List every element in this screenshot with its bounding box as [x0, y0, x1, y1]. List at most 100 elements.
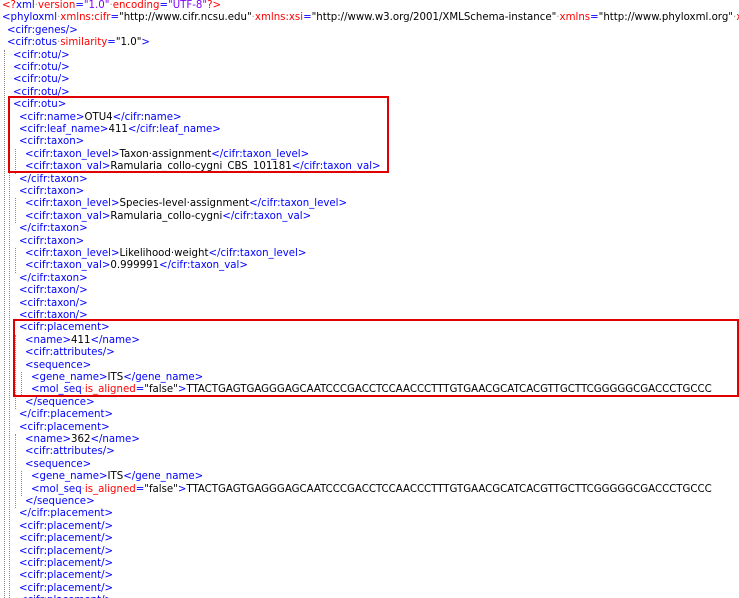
token-tag: cifr:taxon — [27, 186, 76, 197]
token-tag: cifr:placement — [27, 421, 102, 433]
token-tag: cifr:otu — [21, 62, 58, 73]
token-br: > — [82, 458, 92, 470]
token-br: </ — [19, 173, 31, 185]
token-eq: = — [75, 0, 84, 11]
code-line: <cifr:taxon_val>Ramularia_collo-cygni</c… — [25, 211, 311, 223]
token-text: Ramularia_collo-cygni — [110, 210, 223, 222]
token-tag: phyloxml — [10, 12, 58, 24]
token-br: > — [131, 434, 140, 445]
token-tag: cifr:placement — [27, 533, 102, 545]
token-tag: cifr:taxon_level — [261, 198, 339, 210]
token-tag: gene_name — [39, 471, 99, 483]
token-br: > — [110, 198, 120, 210]
token-br: < — [19, 570, 28, 582]
token-br: </ — [19, 409, 31, 421]
code-line: </cifr:placement> — [19, 409, 113, 421]
token-br: </ — [222, 210, 235, 222]
token-br: </ — [249, 198, 262, 210]
token-br: < — [19, 235, 28, 247]
token-br: < — [19, 285, 28, 297]
token-br: < — [19, 421, 28, 433]
token-br: > — [62, 434, 71, 445]
token-tag: cifr:taxon_level — [33, 248, 111, 259]
token-eq: = — [590, 12, 599, 24]
token-br: /> — [57, 74, 70, 86]
code-line: <cifr:placement/> — [19, 583, 113, 595]
token-attr: xmlns:xsi — [254, 12, 304, 24]
code-line: <cifr:attributes/> — [25, 446, 115, 458]
code-line: <cifr:placement/> — [19, 546, 113, 558]
token-br: > — [239, 260, 248, 272]
token-br: < — [19, 558, 28, 569]
token-br: /> — [101, 533, 114, 545]
token-text: 362 — [71, 434, 91, 445]
token-br: < — [19, 545, 28, 557]
token-br: < — [19, 297, 28, 309]
token-br: < — [31, 471, 40, 483]
code-line: <cifr:taxon_val>0.999991</cifr:taxon_val… — [25, 260, 248, 272]
token-br: </ — [19, 508, 31, 520]
token-br: < — [25, 198, 34, 210]
token-tag: mol_seq — [39, 483, 82, 495]
token-pi: ?> — [207, 0, 222, 11]
token-br: < — [7, 37, 16, 49]
token-tag: name — [102, 434, 132, 445]
token-br: < — [19, 533, 28, 545]
token-text: ITS — [107, 471, 124, 483]
token-tag: sequence — [36, 496, 87, 507]
token-br: > — [79, 272, 88, 284]
token-text: Species-level·assignment — [119, 198, 250, 210]
token-tag: cifr:placement — [27, 570, 102, 582]
token-tag: gene_name — [135, 471, 195, 483]
token-br: > — [110, 248, 120, 259]
token-attr: is_aligned — [84, 483, 136, 495]
token-br: </ — [159, 260, 171, 272]
code-line: <cifr:taxon_level>Species-level·assignme… — [25, 198, 347, 210]
token-attr: similarity — [60, 37, 108, 49]
token-tag: cifr:taxon_val — [234, 210, 303, 222]
token-br: > — [338, 198, 348, 210]
token-text: "http://www.phyloxml.org" — [598, 12, 733, 24]
token-attr: encoding — [112, 0, 160, 11]
token-br: < — [7, 24, 16, 36]
code-line: <name>362</name> — [25, 434, 140, 446]
code-line: <cifr:placement/> — [19, 533, 113, 545]
token-br: /> — [57, 62, 70, 73]
token-br: < — [25, 446, 34, 458]
token-br: < — [25, 434, 34, 445]
token-br: < — [2, 12, 11, 24]
token-br: < — [13, 49, 22, 61]
token-text: Likelihood·weight — [119, 248, 209, 259]
code-line: <cifr:taxon/> — [19, 298, 88, 310]
xml-editor[interactable]: <?xml·version="1.0"·encoding="UTF-8"?> <p… — [0, 0, 739, 598]
token-tag: cifr:placement — [27, 582, 102, 594]
token-pi: <? — [2, 0, 16, 11]
token-tag: cifr:placement — [27, 558, 102, 569]
token-br: < — [25, 248, 34, 259]
highlight-box-otu — [8, 96, 389, 173]
token-br: </ — [19, 223, 31, 235]
token-br: /> — [101, 545, 114, 557]
token-tag: cifr:otu — [21, 49, 58, 61]
code-line: <gene_name>ITS</gene_name> — [31, 471, 203, 483]
token-tag: cifr:placement — [30, 508, 105, 520]
token-br: > — [79, 223, 88, 235]
token-br: > — [86, 496, 95, 507]
token-tag: cifr:taxon — [30, 223, 80, 235]
token-br: </ — [90, 434, 103, 445]
token-br: > — [194, 471, 204, 483]
indent-guide — [21, 471, 22, 496]
token-tag: cifr:taxon — [27, 235, 76, 247]
code-line: <cifr:otus·similarity="1.0"> — [7, 37, 150, 49]
code-line: <cifr:placement/> — [19, 521, 113, 533]
code-line: </cifr:taxon> — [19, 174, 88, 186]
token-br: /> — [102, 446, 115, 458]
token-text: "1.0" — [115, 37, 142, 49]
token-tag: cifr:placement — [30, 409, 105, 421]
code-line: <?xml·version="1.0"·encoding="UTF-8"?> — [2, 0, 221, 12]
token-br: < — [19, 582, 28, 594]
highlight-box-placement — [13, 319, 739, 397]
token-tag: cifr:otus — [15, 37, 57, 49]
code-line: </sequence> — [25, 397, 95, 409]
token-text: 0.999991 — [110, 260, 160, 272]
